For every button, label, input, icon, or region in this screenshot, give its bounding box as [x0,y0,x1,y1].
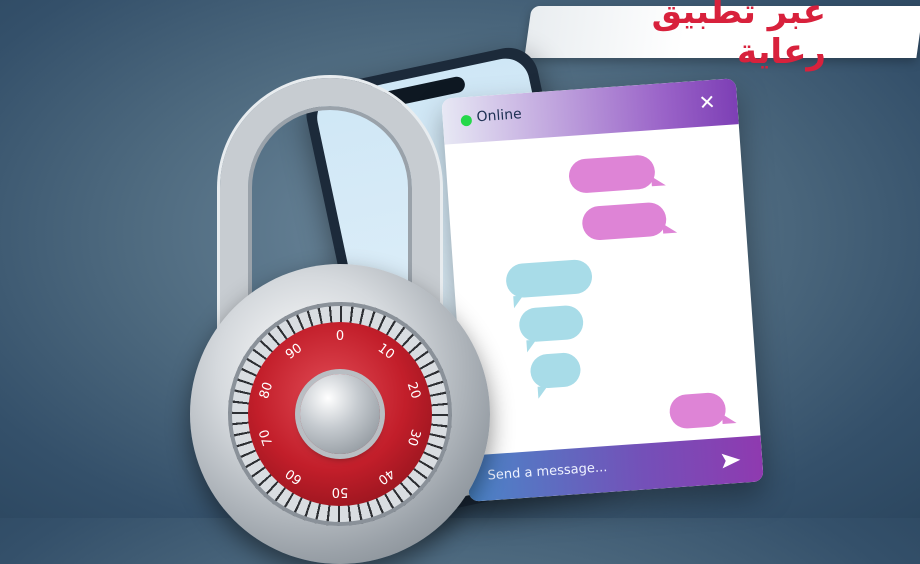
padlock-body: 0 10 20 30 40 50 60 70 80 90 [190,264,490,564]
title-banner-text: عبر تطبيق رعاية [651,0,826,72]
dial-knob [300,374,380,454]
chat-bubble-outgoing [668,391,727,430]
chat-bubble-outgoing [581,201,668,242]
chat-composer [466,435,764,502]
close-icon[interactable]: ✕ [694,89,720,115]
combination-padlock: 0 10 20 30 40 50 60 70 80 90 [180,78,490,564]
chat-bubble-incoming [518,304,585,343]
send-icon[interactable] [719,449,742,472]
chat-bubble-incoming [529,351,582,390]
chat-bubble-incoming [505,258,594,299]
message-input[interactable] [485,453,690,485]
dial-number: 50 [331,484,349,499]
chat-bubble-outgoing [567,154,657,195]
dial-number: 0 [335,329,345,344]
